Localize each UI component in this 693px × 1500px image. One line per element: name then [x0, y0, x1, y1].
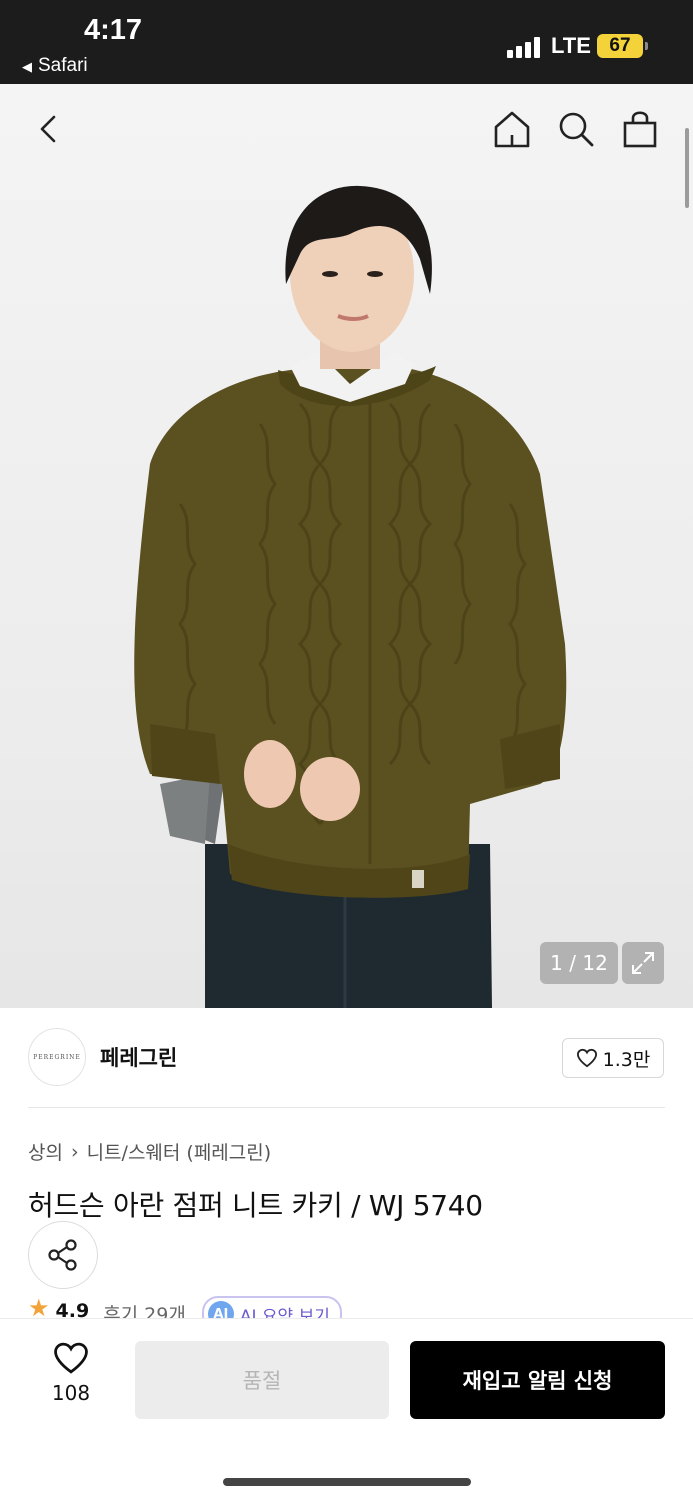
soldout-button: 품절 — [135, 1341, 389, 1419]
ai-summary-button[interactable]: AI AI 요약 보기 — [201, 1296, 342, 1319]
brand-logo[interactable]: PEREGRINE — [28, 1028, 86, 1086]
star-icon: ★ — [28, 1296, 50, 1318]
review-count-link[interactable]: 후기 29개 — [103, 1300, 186, 1318]
ai-summary-label: AI 요약 보기 — [239, 1306, 330, 1319]
page-scrollbar[interactable] — [685, 128, 689, 208]
home-indicator[interactable] — [223, 1478, 471, 1486]
back-arrow-icon — [40, 115, 56, 143]
heart-outline-icon — [54, 1342, 88, 1374]
cart-button[interactable] — [617, 106, 663, 152]
image-counter: 1 / 12 — [540, 942, 618, 984]
search-button[interactable] — [553, 106, 599, 152]
home-icon — [494, 111, 530, 148]
back-to-app-link[interactable]: ◀ Safari — [22, 55, 88, 77]
share-icon — [48, 1239, 77, 1271]
expand-icon — [632, 952, 654, 974]
share-button[interactable] — [28, 1221, 98, 1289]
breadcrumb-subcategory[interactable]: 니트/스웨터 (페레그린) — [87, 1138, 272, 1165]
breadcrumb-category[interactable]: 상의 — [28, 1138, 63, 1165]
shopping-bag-icon — [623, 111, 657, 148]
back-button[interactable] — [26, 106, 72, 152]
rating-row: ★ 4.9 후기 29개 AI AI 요약 보기 — [28, 1296, 428, 1318]
status-bar: 4:17 ◀ Safari LTE 67 — [0, 0, 693, 84]
product-image-gallery[interactable]: 1 / 12 — [0, 84, 693, 1008]
brand-logo-text: PEREGRINE — [33, 1053, 81, 1061]
brand-name[interactable]: 페레그린 — [100, 1042, 177, 1072]
search-icon — [559, 112, 594, 147]
product-photo — [134, 185, 567, 1008]
back-app-label: Safari — [38, 55, 88, 76]
brand-like-button[interactable]: 1.3만 — [562, 1038, 664, 1078]
expand-image-button[interactable] — [622, 942, 664, 984]
divider — [28, 1107, 665, 1108]
back-triangle-icon: ◀ — [22, 59, 32, 74]
brand-row: PEREGRINE 페레그린 1.3만 — [0, 1008, 693, 1108]
brand-like-count: 1.3만 — [602, 1048, 651, 1071]
wishlist-count: 108 — [51, 1381, 91, 1405]
breadcrumb: 상의 › 니트/스웨터 (페레그린) — [28, 1138, 271, 1165]
status-time: 4:17 — [84, 14, 143, 46]
chevron-right-icon: › — [70, 1140, 79, 1163]
bottom-purchase-bar: 108 품절 재입고 알림 신청 — [0, 1318, 693, 1500]
ai-badge-icon: AI — [207, 1301, 234, 1318]
rating-score: 4.9 — [55, 1300, 90, 1318]
battery-icon: 67 — [597, 34, 648, 58]
restock-alert-button[interactable]: 재입고 알림 신청 — [410, 1341, 665, 1419]
wishlist-button[interactable]: 108 — [38, 1341, 104, 1405]
product-title: 허드슨 아란 점퍼 니트 카키 / WJ 5740 — [28, 1189, 483, 1222]
signal-strength-icon — [507, 36, 543, 58]
home-button[interactable] — [489, 106, 535, 152]
network-type: LTE — [551, 33, 591, 58]
heart-icon — [576, 1048, 597, 1068]
